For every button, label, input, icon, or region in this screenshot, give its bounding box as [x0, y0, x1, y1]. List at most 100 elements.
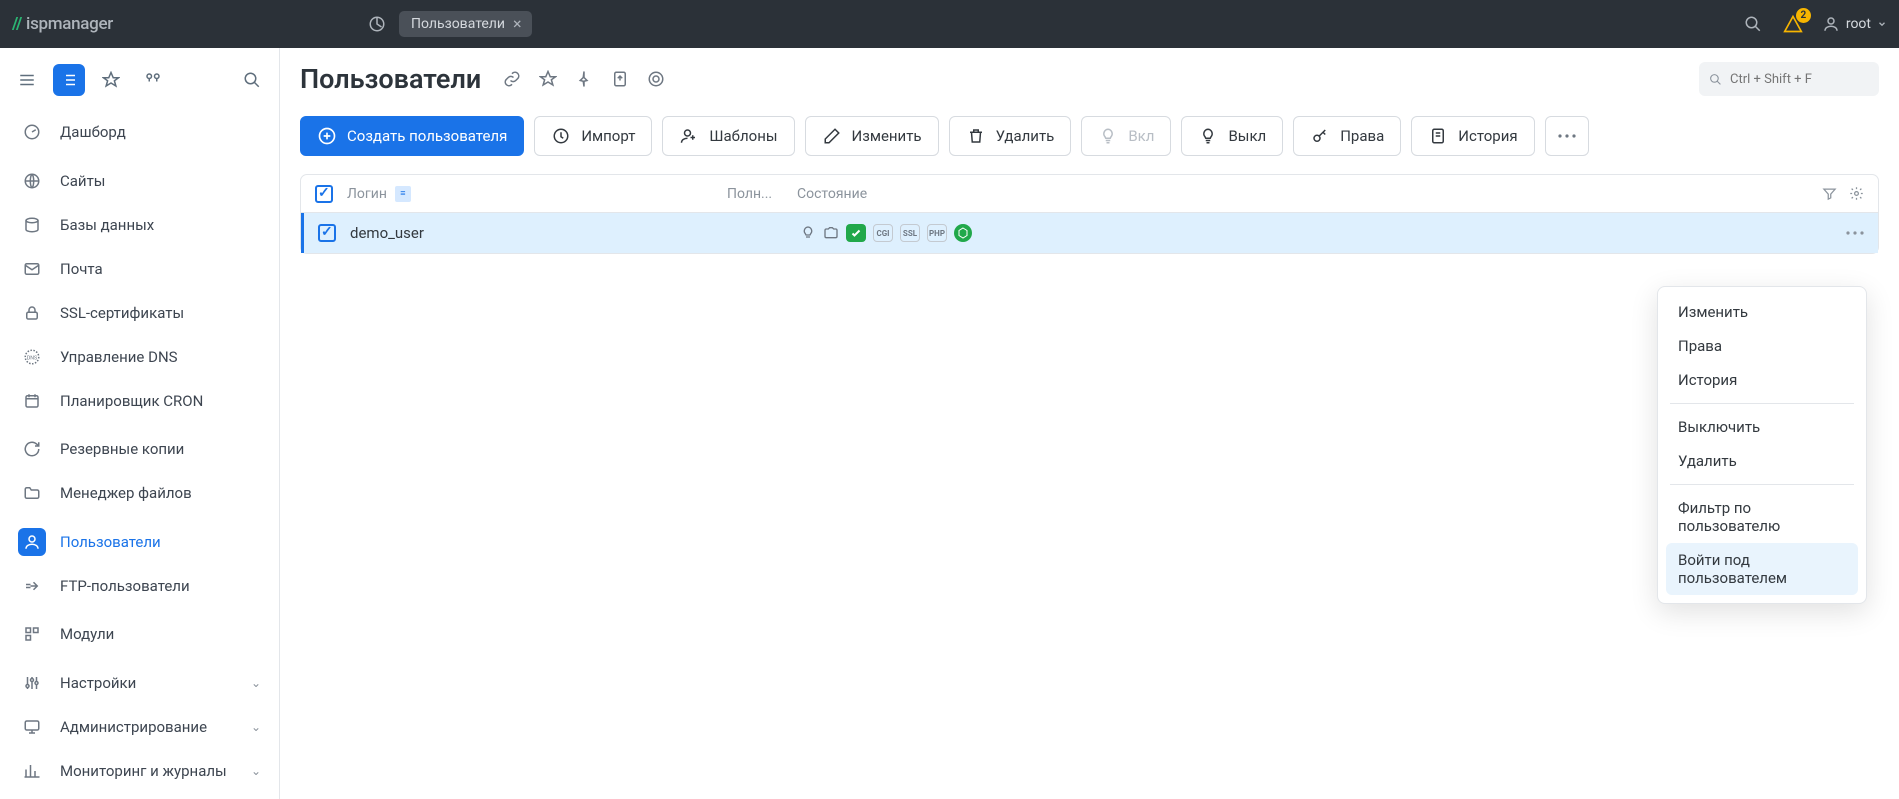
- sidebar-item-settings[interactable]: Настройки ⌄: [8, 661, 271, 705]
- sidebar-item-label: Почта: [60, 260, 103, 278]
- lightbulb-off-icon: [1198, 126, 1218, 146]
- star-icon[interactable]: [95, 64, 127, 96]
- edit-button[interactable]: Изменить: [805, 116, 939, 156]
- button-label: Импорт: [581, 127, 635, 145]
- sidebar-item-ftpusers[interactable]: FTP-пользователи: [8, 564, 271, 608]
- sidebar-top-tools: [8, 58, 271, 110]
- column-login[interactable]: Логин≡: [347, 186, 727, 202]
- ctx-permissions[interactable]: Права: [1666, 329, 1858, 363]
- user-menu[interactable]: root: [1822, 15, 1887, 33]
- column-state[interactable]: Состояние: [797, 186, 1822, 202]
- help-icon[interactable]: [645, 68, 667, 90]
- link-icon[interactable]: [501, 68, 523, 90]
- dns-icon: DNS: [18, 343, 46, 371]
- sidebar-item-ssl[interactable]: SSL-сертификаты: [8, 291, 271, 335]
- ctx-history[interactable]: История: [1666, 363, 1858, 397]
- sidebar-item-dns[interactable]: DNS Управление DNS: [8, 335, 271, 379]
- ftp-icon: [18, 572, 46, 600]
- button-label: Удалить: [996, 127, 1055, 145]
- main-content: Пользователи Создать пользователя Импорт…: [280, 48, 1899, 799]
- tab-label: Пользователи: [411, 16, 505, 32]
- database-icon: [18, 211, 46, 239]
- sidebar-item-mail[interactable]: Почта: [8, 247, 271, 291]
- cell-state: CGI SSL PHP: [800, 224, 1846, 242]
- ctx-edit[interactable]: Изменить: [1666, 295, 1858, 329]
- gear-icon[interactable]: [1849, 186, 1864, 201]
- enable-button[interactable]: Вкл: [1081, 116, 1171, 156]
- topbar: // ispmanager Пользователи × 2 root: [0, 0, 1899, 48]
- sidebar-item-databases[interactable]: Базы данных: [8, 203, 271, 247]
- cgi-badge: CGI: [873, 224, 893, 242]
- quick-search[interactable]: [1699, 62, 1879, 96]
- sidebar-item-filemanager[interactable]: Менеджер файлов: [8, 471, 271, 515]
- sidebar-item-users[interactable]: Пользователи: [8, 520, 271, 564]
- username: root: [1846, 16, 1871, 32]
- sidebar-item-label: Резервные копии: [60, 440, 184, 458]
- export-icon[interactable]: [609, 68, 631, 90]
- sidebar-item-dashboard[interactable]: Дашборд: [8, 110, 271, 154]
- history-button[interactable]: История: [1411, 116, 1534, 156]
- sidebar-item-label: Настройки: [60, 674, 136, 692]
- sidebar-item-sites[interactable]: Сайты: [8, 159, 271, 203]
- key-icon: [1310, 126, 1330, 146]
- search-input[interactable]: [1730, 72, 1869, 87]
- ctx-delete[interactable]: Удалить: [1666, 444, 1858, 478]
- chart-icon: [18, 757, 46, 785]
- row-more-icon[interactable]: [1846, 231, 1864, 235]
- close-icon[interactable]: ×: [513, 16, 522, 32]
- cell-login: demo_user: [350, 224, 730, 242]
- import-button[interactable]: Импорт: [534, 116, 652, 156]
- sidebar-item-label: Управление DNS: [60, 348, 178, 366]
- dashboard-shortcut-icon[interactable]: [363, 10, 391, 38]
- folder-icon: [823, 225, 839, 241]
- chevron-down-icon: ⌄: [251, 676, 261, 690]
- ctx-login-as-user[interactable]: Войти под пользователем: [1666, 543, 1858, 595]
- button-label: Права: [1340, 127, 1384, 145]
- button-label: Выкл: [1228, 127, 1266, 145]
- user-icon: [1822, 15, 1840, 33]
- templates-icon: [679, 126, 699, 146]
- menu-collapse-icon[interactable]: [11, 64, 43, 96]
- users-table: Логин≡ Полн... Состояние demo_user CGI S…: [300, 174, 1879, 254]
- sidebar-item-backup[interactable]: Резервные копии: [8, 427, 271, 471]
- toolbar: Создать пользователя Импорт Шаблоны Изме…: [300, 116, 1879, 156]
- services-icon[interactable]: [137, 64, 169, 96]
- row-checkbox[interactable]: [318, 224, 336, 242]
- more-actions-button[interactable]: [1545, 116, 1589, 156]
- permissions-button[interactable]: Права: [1293, 116, 1401, 156]
- list-view-icon[interactable]: [53, 64, 85, 96]
- star-icon[interactable]: [537, 68, 559, 90]
- pin-icon[interactable]: [573, 68, 595, 90]
- sliders-icon: [18, 669, 46, 697]
- create-user-button[interactable]: Создать пользователя: [300, 116, 524, 156]
- sidebar-item-modules[interactable]: Модули: [8, 612, 271, 656]
- globe-icon: [18, 167, 46, 195]
- button-label: Шаблоны: [709, 127, 777, 145]
- lock-icon: [18, 299, 46, 327]
- disable-button[interactable]: Выкл: [1181, 116, 1283, 156]
- sidebar-item-label: Планировщик CRON: [60, 392, 203, 410]
- svg-text:DNS: DNS: [27, 355, 37, 361]
- notifications-icon[interactable]: 2: [1782, 13, 1804, 35]
- ctx-filter-by-user[interactable]: Фильтр по пользователю: [1666, 491, 1858, 543]
- filter-icon[interactable]: [1822, 186, 1837, 201]
- sidebar-item-cron[interactable]: Планировщик CRON: [8, 379, 271, 423]
- column-fullname[interactable]: Полн...: [727, 186, 787, 202]
- sidebar-item-monitoring[interactable]: Мониторинг и журналы⌄: [8, 749, 271, 793]
- select-all-checkbox[interactable]: [315, 185, 333, 203]
- sidebar-item-label: Мониторинг и журналы: [60, 762, 227, 780]
- ctx-disable[interactable]: Выключить: [1666, 410, 1858, 444]
- sidebar-item-admin[interactable]: Администрирование⌄: [8, 705, 271, 749]
- sidebar-search-icon[interactable]: [236, 64, 268, 96]
- nodejs-icon: [954, 224, 972, 242]
- monitor-icon: [18, 713, 46, 741]
- button-label: История: [1458, 127, 1517, 145]
- php-badge: PHP: [927, 224, 947, 242]
- templates-button[interactable]: Шаблоны: [662, 116, 794, 156]
- delete-button[interactable]: Удалить: [949, 116, 1072, 156]
- ssl-badge: SSL: [900, 224, 920, 242]
- table-header: Логин≡ Полн... Состояние: [301, 175, 1878, 213]
- tab-users[interactable]: Пользователи ×: [399, 11, 532, 37]
- search-icon[interactable]: [1742, 13, 1764, 35]
- table-row[interactable]: demo_user CGI SSL PHP: [301, 213, 1878, 253]
